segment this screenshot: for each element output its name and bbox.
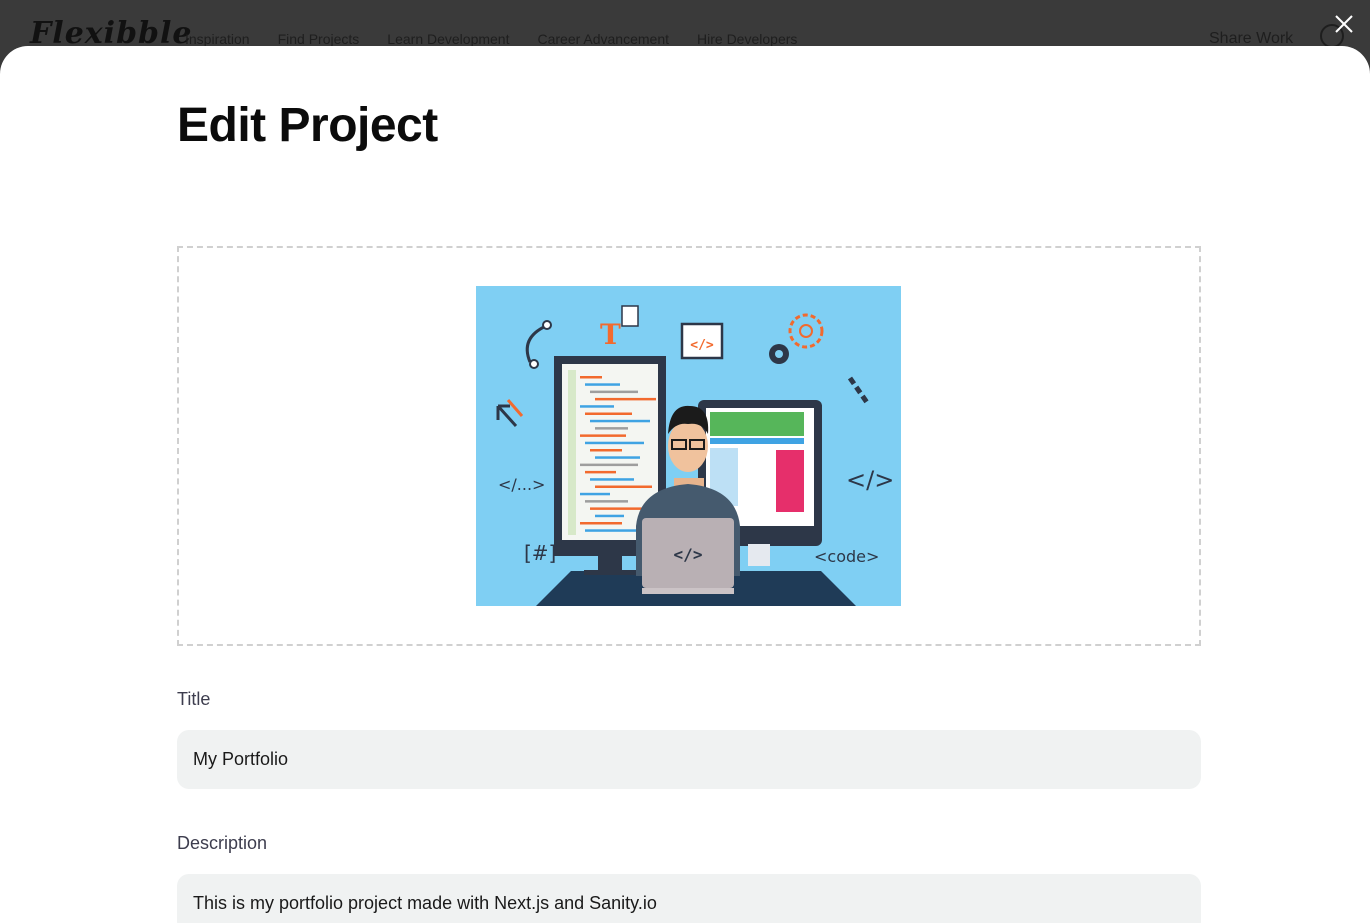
code-word-glyph: <code>	[814, 547, 879, 566]
title-input[interactable]	[177, 730, 1201, 789]
nav-link-career-advancement[interactable]: Career Advancement	[537, 31, 669, 47]
project-image-preview: </> T </> </...> [#] </> <code>	[476, 286, 901, 606]
nav-links: Inspiration Find Projects Learn Developm…	[185, 31, 797, 47]
code-tag-small-glyph: </...>	[498, 475, 545, 494]
text-tool-glyph: T	[600, 318, 621, 351]
description-label: Description	[177, 833, 268, 853]
edit-project-modal: Edit Project </> T </> </...> [#] </> <c…	[0, 46, 1370, 923]
hash-glyph: [#]	[524, 541, 556, 565]
close-button[interactable]	[1330, 10, 1358, 38]
description-input[interactable]	[177, 874, 1201, 923]
nav-link-inspiration[interactable]: Inspiration	[185, 31, 250, 47]
developer-illustration: </> T </> </...> [#] </> <code>	[496, 305, 894, 606]
nav-link-find-projects[interactable]: Find Projects	[278, 31, 360, 47]
laptop-code-glyph: </>	[674, 545, 703, 564]
close-icon	[1335, 15, 1353, 33]
nav-link-hire-developers[interactable]: Hire Developers	[697, 31, 797, 47]
code-brackets-glyph: </>	[846, 466, 894, 494]
nav-link-learn-development[interactable]: Learn Development	[387, 31, 509, 47]
window-code-glyph: </>	[690, 338, 714, 353]
image-upload-zone[interactable]: </> T </> </...> [#] </> <code>	[177, 246, 1201, 646]
page-title: Edit Project	[177, 99, 438, 152]
title-label: Title	[177, 689, 211, 709]
